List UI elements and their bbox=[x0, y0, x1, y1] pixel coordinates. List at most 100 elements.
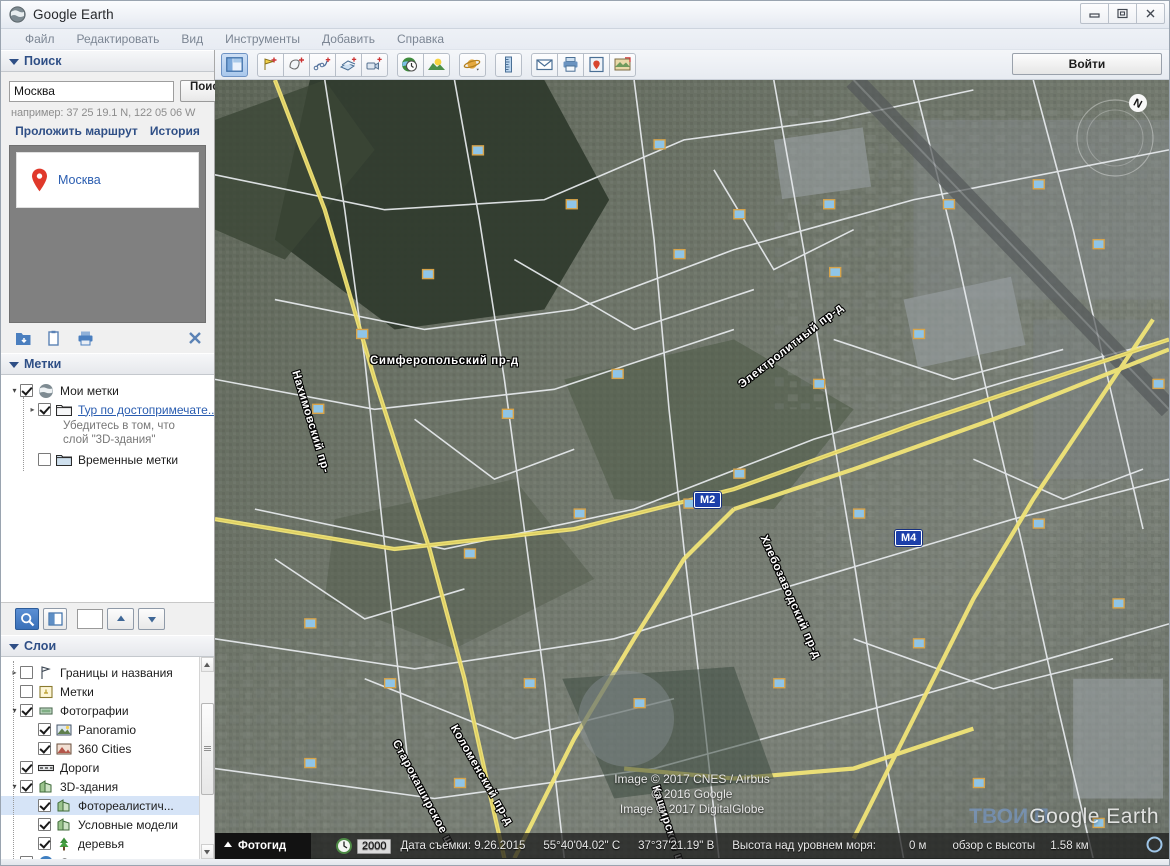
places-panel: Метки ▾ Мои метки bbox=[1, 353, 214, 635]
ruler-icon[interactable] bbox=[495, 53, 522, 77]
save-image-icon[interactable] bbox=[609, 53, 636, 77]
disclosure-open-icon[interactable]: ▾ bbox=[9, 386, 20, 395]
layers-checkbox[interactable] bbox=[38, 799, 51, 812]
menu-item-add[interactable]: Добавить bbox=[311, 30, 386, 48]
signin-button[interactable]: Войти bbox=[1012, 53, 1162, 75]
layers-item[interactable]: Метки bbox=[1, 682, 214, 701]
layers-item[interactable]: ▸Океан bbox=[1, 853, 214, 859]
menu-item-view[interactable]: Вид bbox=[170, 30, 214, 48]
layers-scrollbar[interactable] bbox=[199, 657, 214, 859]
navigation-compass-icon[interactable]: N bbox=[1065, 86, 1161, 182]
menu-item-help[interactable]: Справка bbox=[386, 30, 455, 48]
photoguide-button[interactable]: Фотогид bbox=[215, 833, 311, 859]
disclosure-closed-icon[interactable]: ▸ bbox=[9, 858, 20, 859]
places-item-label[interactable]: Тур по достопримечате... bbox=[78, 403, 214, 417]
print-icon[interactable] bbox=[77, 330, 94, 347]
layers-checkbox[interactable] bbox=[20, 666, 33, 679]
layers-item[interactable]: Фотореалистич... bbox=[1, 796, 214, 815]
email-icon[interactable] bbox=[531, 53, 558, 77]
add-placemark-icon[interactable] bbox=[257, 53, 284, 77]
layers-checkbox[interactable] bbox=[20, 761, 33, 774]
scroll-down-icon[interactable] bbox=[201, 844, 214, 859]
layers-checkbox[interactable] bbox=[20, 685, 33, 698]
layers-item[interactable]: ▸Границы и названия bbox=[1, 663, 214, 682]
add-path-icon[interactable] bbox=[309, 53, 336, 77]
search-hint: например: 37 25 19.1 N, 122 05 06 W bbox=[1, 104, 214, 123]
history-link[interactable]: История bbox=[150, 124, 200, 138]
arrow-up-icon[interactable] bbox=[107, 608, 134, 630]
places-filter-input[interactable] bbox=[77, 609, 103, 629]
map-viewport[interactable]: Симферопольский пр-дНахимовский пр-Элект… bbox=[215, 80, 1169, 859]
layers-item[interactable]: деревья bbox=[1, 834, 214, 853]
places-checkbox[interactable] bbox=[38, 403, 51, 416]
historical-imagery-icon[interactable] bbox=[397, 53, 424, 77]
layers-checkbox[interactable] bbox=[38, 837, 51, 850]
layers-checkbox[interactable] bbox=[38, 818, 51, 831]
sunlight-icon[interactable] bbox=[423, 53, 450, 77]
disclosure-closed-icon[interactable]: ▸ bbox=[9, 668, 20, 677]
layers-checkbox[interactable] bbox=[38, 723, 51, 736]
tree-guide-line bbox=[13, 661, 14, 859]
toolbar-group-create bbox=[257, 53, 388, 77]
close-button[interactable] bbox=[1136, 3, 1165, 24]
places-item-my-places[interactable]: ▾ Мои метки bbox=[1, 381, 214, 400]
disclosure-open-icon[interactable]: ▾ bbox=[9, 782, 20, 791]
magnifier-icon[interactable] bbox=[15, 608, 39, 630]
search-result-item[interactable]: Москва bbox=[16, 152, 199, 208]
scrollbar-thumb[interactable] bbox=[201, 703, 214, 795]
search-panel: Поиск Поиск например: 37 25 19.1 N, 122 … bbox=[1, 50, 214, 353]
scroll-up-icon[interactable] bbox=[201, 657, 214, 672]
layers-checkbox[interactable] bbox=[20, 856, 33, 859]
disclosure-open-icon[interactable]: ▾ bbox=[9, 706, 20, 715]
layers-item[interactable]: Panoramio bbox=[1, 720, 214, 739]
save-to-places-icon[interactable] bbox=[15, 330, 32, 347]
copyright-line-2: © 2016 Google bbox=[614, 787, 770, 802]
layers-item-label: Дороги bbox=[60, 761, 99, 775]
collapse-triangle-icon[interactable] bbox=[9, 362, 19, 368]
layers-checkbox[interactable] bbox=[20, 704, 33, 717]
planets-icon[interactable] bbox=[459, 53, 486, 77]
layers-item[interactable]: ▾ Фотографии bbox=[1, 701, 214, 720]
historical-year-value[interactable]: 2000 bbox=[357, 839, 391, 854]
directions-link[interactable]: Проложить маршрут bbox=[15, 124, 138, 138]
collapse-triangle-icon[interactable] bbox=[9, 59, 19, 65]
layers-item-label: Фотографии bbox=[60, 704, 129, 718]
places-checkbox[interactable] bbox=[20, 384, 33, 397]
toggle-sidebar-icon[interactable] bbox=[221, 53, 248, 77]
layers-checkbox[interactable] bbox=[38, 742, 51, 755]
menu-item-tools[interactable]: Инструменты bbox=[214, 30, 311, 48]
buildings-icon bbox=[56, 817, 72, 833]
search-input[interactable] bbox=[9, 81, 174, 102]
disclosure-closed-icon[interactable]: ▸ bbox=[27, 405, 38, 414]
maximize-restore-button[interactable] bbox=[1108, 3, 1137, 24]
record-tour-icon[interactable] bbox=[361, 53, 388, 77]
places-panel-header[interactable]: Метки bbox=[1, 353, 214, 375]
close-results-icon[interactable] bbox=[188, 331, 202, 348]
add-polygon-icon[interactable] bbox=[283, 53, 310, 77]
split-view-icon[interactable] bbox=[43, 608, 67, 630]
layers-item[interactable]: ▾3D-здания bbox=[1, 777, 214, 796]
pegman-icon[interactable] bbox=[1146, 836, 1163, 856]
historical-clock-icon[interactable] bbox=[335, 837, 353, 855]
menu-item-edit[interactable]: Редактировать bbox=[66, 30, 171, 48]
print-icon[interactable] bbox=[557, 53, 584, 77]
add-image-overlay-icon[interactable] bbox=[335, 53, 362, 77]
layers-item[interactable]: Дороги bbox=[1, 758, 214, 777]
elevation-value: 0 м bbox=[885, 840, 927, 852]
places-checkbox[interactable] bbox=[38, 453, 51, 466]
layers-checkbox[interactable] bbox=[20, 780, 33, 793]
title-left-group: Google Earth bbox=[9, 6, 114, 23]
places-item-tour[interactable]: ▸ Тур по достопримечате... bbox=[1, 400, 214, 419]
search-links: Проложить маршрут История bbox=[1, 123, 214, 145]
layers-item[interactable]: Условные модели bbox=[1, 815, 214, 834]
layers-item[interactable]: 360 Cities bbox=[1, 739, 214, 758]
collapse-triangle-icon[interactable] bbox=[9, 644, 19, 650]
search-panel-header[interactable]: Поиск bbox=[1, 50, 214, 72]
menu-item-file[interactable]: Файл bbox=[14, 30, 66, 48]
places-item-temporary[interactable]: Временные метки bbox=[1, 450, 214, 469]
layers-panel-header[interactable]: Слои bbox=[1, 635, 214, 657]
view-in-maps-icon[interactable] bbox=[583, 53, 610, 77]
minimize-button[interactable] bbox=[1080, 3, 1109, 24]
arrow-down-icon[interactable] bbox=[138, 608, 165, 630]
copy-icon[interactable] bbox=[46, 330, 63, 347]
